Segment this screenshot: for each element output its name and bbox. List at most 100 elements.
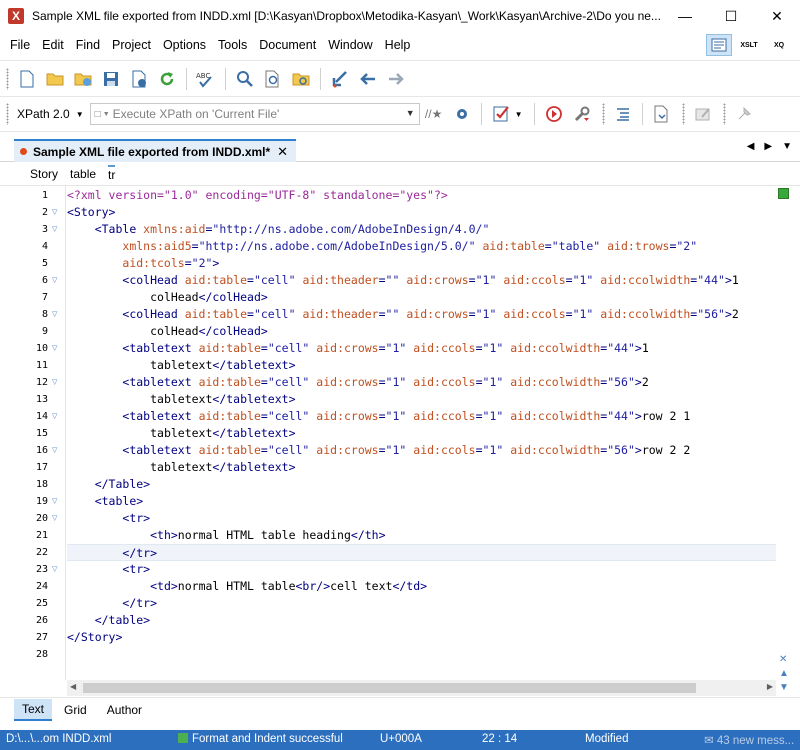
forward-icon[interactable]: [384, 67, 408, 91]
code-line[interactable]: colHead</colHead>: [67, 323, 776, 340]
tab-next-icon[interactable]: ▶: [764, 141, 772, 152]
code-line[interactable]: <td>normal HTML table<br/>cell text</td>: [67, 578, 776, 595]
fold-toggle-icon[interactable]: ▽: [52, 221, 62, 238]
validate-icon[interactable]: [489, 102, 513, 126]
menu-help[interactable]: Help: [379, 38, 417, 52]
reload-icon[interactable]: [155, 67, 179, 91]
close-window-button[interactable]: ✕: [754, 0, 800, 32]
code-line[interactable]: <colHead aid:table="cell" aid:theader=""…: [67, 306, 776, 323]
toolbar-grip[interactable]: [601, 103, 605, 125]
chevron-down-icon[interactable]: ▼: [406, 108, 415, 118]
code-line[interactable]: tabletext</tabletext>: [67, 357, 776, 374]
toolbar-grip[interactable]: [6, 67, 9, 90]
fold-toggle-icon[interactable]: ▽: [52, 340, 62, 357]
xslt-debugger-icon[interactable]: XSLT: [736, 34, 762, 56]
scroll-up-icon[interactable]: ▲: [779, 668, 789, 679]
code-line[interactable]: </tr>: [67, 544, 776, 561]
breadcrumb-story[interactable]: Story: [30, 167, 58, 181]
code-line[interactable]: <colHead aid:table="cell" aid:theader=""…: [67, 272, 776, 289]
breadcrumb-table[interactable]: table: [70, 167, 96, 181]
code-line[interactable]: <Story>: [67, 204, 776, 221]
chevron-down-icon[interactable]: ▼: [515, 110, 523, 119]
xpath-settings-icon[interactable]: //★: [422, 102, 446, 126]
scroll-left-icon[interactable]: ◀: [70, 682, 76, 691]
status-notifications[interactable]: ✉ 43 new mess...: [704, 733, 794, 747]
xquery-debugger-icon[interactable]: XQ: [766, 34, 792, 56]
horizontal-scrollbar[interactable]: ◀ ▶: [67, 680, 776, 696]
menu-find[interactable]: Find: [70, 38, 106, 52]
mode-text[interactable]: Text: [14, 698, 53, 721]
collapse-all-icon[interactable]: ✕: [779, 654, 787, 665]
fold-toggle-icon[interactable]: ▽: [52, 510, 62, 527]
xpath-version-select[interactable]: XPath 2.0: [17, 107, 70, 121]
toolbar-grip[interactable]: [722, 103, 726, 125]
code-line[interactable]: </tr>: [67, 595, 776, 612]
format-indent-icon[interactable]: [611, 102, 635, 126]
code-line[interactable]: </table>: [67, 612, 776, 629]
configure-transformation-icon[interactable]: [570, 102, 594, 126]
back-icon[interactable]: [356, 67, 380, 91]
last-edit-icon[interactable]: [328, 67, 352, 91]
code-area[interactable]: <?xml version="1.0" encoding="UTF-8" sta…: [67, 186, 776, 680]
code-line[interactable]: <?xml version="1.0" encoding="UTF-8" sta…: [67, 187, 776, 204]
open-folder-icon[interactable]: [43, 67, 67, 91]
editor-perspective-icon[interactable]: [706, 34, 732, 56]
toolbar-grip[interactable]: [6, 103, 9, 125]
gear-icon[interactable]: [450, 102, 474, 126]
code-line[interactable]: <Table xmlns:aid="http://ns.adobe.com/Ad…: [67, 221, 776, 238]
menu-tools[interactable]: Tools: [212, 38, 253, 52]
code-line[interactable]: tabletext</tabletext>: [67, 425, 776, 442]
menu-window[interactable]: Window: [322, 38, 378, 52]
new-file-icon[interactable]: [15, 67, 39, 91]
xpath-input[interactable]: □ ▼ Execute XPath on 'Current File' ▼: [89, 103, 420, 125]
code-line[interactable]: [67, 646, 776, 663]
close-tab-icon[interactable]: ✕: [277, 144, 288, 160]
breadcrumb-tr[interactable]: tr: [108, 165, 116, 182]
code-line[interactable]: <tabletext aid:table="cell" aid:crows="1…: [67, 408, 776, 425]
apply-transformation-icon[interactable]: [542, 102, 566, 126]
code-line[interactable]: xmlns:aid5="http://ns.adobe.com/AdobeInD…: [67, 238, 776, 255]
menu-project[interactable]: Project: [106, 38, 157, 52]
scroll-down-icon[interactable]: ▼: [779, 682, 789, 693]
save-icon[interactable]: [99, 67, 123, 91]
code-line[interactable]: aid:tcols="2">: [67, 255, 776, 272]
code-line[interactable]: tabletext</tabletext>: [67, 459, 776, 476]
fold-toggle-icon[interactable]: ▽: [52, 442, 62, 459]
find-in-folder-icon[interactable]: [289, 67, 313, 91]
search-icon[interactable]: [233, 67, 257, 91]
menu-options[interactable]: Options: [157, 38, 212, 52]
code-line[interactable]: <th>normal HTML table heading</th>: [67, 527, 776, 544]
open-url-icon[interactable]: [71, 67, 95, 91]
fold-toggle-icon[interactable]: ▽: [52, 493, 62, 510]
mode-grid[interactable]: Grid: [56, 700, 95, 720]
code-line[interactable]: colHead</colHead>: [67, 289, 776, 306]
fold-toggle-icon[interactable]: ▽: [52, 306, 62, 323]
code-line[interactable]: tabletext</tabletext>: [67, 391, 776, 408]
menu-document[interactable]: Document: [253, 38, 322, 52]
fold-toggle-icon[interactable]: ▽: [52, 204, 62, 221]
code-line[interactable]: <tabletext aid:table="cell" aid:crows="1…: [67, 374, 776, 391]
fold-toggle-icon[interactable]: ▽: [52, 272, 62, 289]
code-line[interactable]: <tabletext aid:table="cell" aid:crows="1…: [67, 340, 776, 357]
fold-toggle-icon[interactable]: ▽: [52, 374, 62, 391]
chevron-down-icon[interactable]: ▼: [76, 110, 84, 119]
mode-author[interactable]: Author: [99, 700, 150, 720]
scrollbar-thumb[interactable]: [83, 683, 696, 693]
scroll-right-icon[interactable]: ▶: [767, 682, 773, 691]
code-line[interactable]: <table>: [67, 493, 776, 510]
maximize-button[interactable]: ☐: [708, 0, 754, 32]
code-line[interactable]: <tabletext aid:table="cell" aid:crows="1…: [67, 442, 776, 459]
fold-toggle-icon[interactable]: ▽: [52, 408, 62, 425]
menu-edit[interactable]: Edit: [36, 38, 70, 52]
menu-file[interactable]: File: [4, 38, 36, 52]
tab-sample-xml[interactable]: Sample XML file exported from INDD.xml* …: [14, 139, 296, 162]
save-all-icon[interactable]: [127, 67, 151, 91]
code-line[interactable]: </Story>: [67, 629, 776, 646]
spellcheck-icon[interactable]: ABC: [194, 67, 218, 91]
external-tools-icon[interactable]: [650, 102, 674, 126]
minimize-button[interactable]: —: [662, 0, 708, 32]
code-line[interactable]: <tr>: [67, 561, 776, 578]
toolbar-grip[interactable]: [681, 103, 685, 125]
find-in-files-icon[interactable]: [261, 67, 285, 91]
code-line[interactable]: <tr>: [67, 510, 776, 527]
